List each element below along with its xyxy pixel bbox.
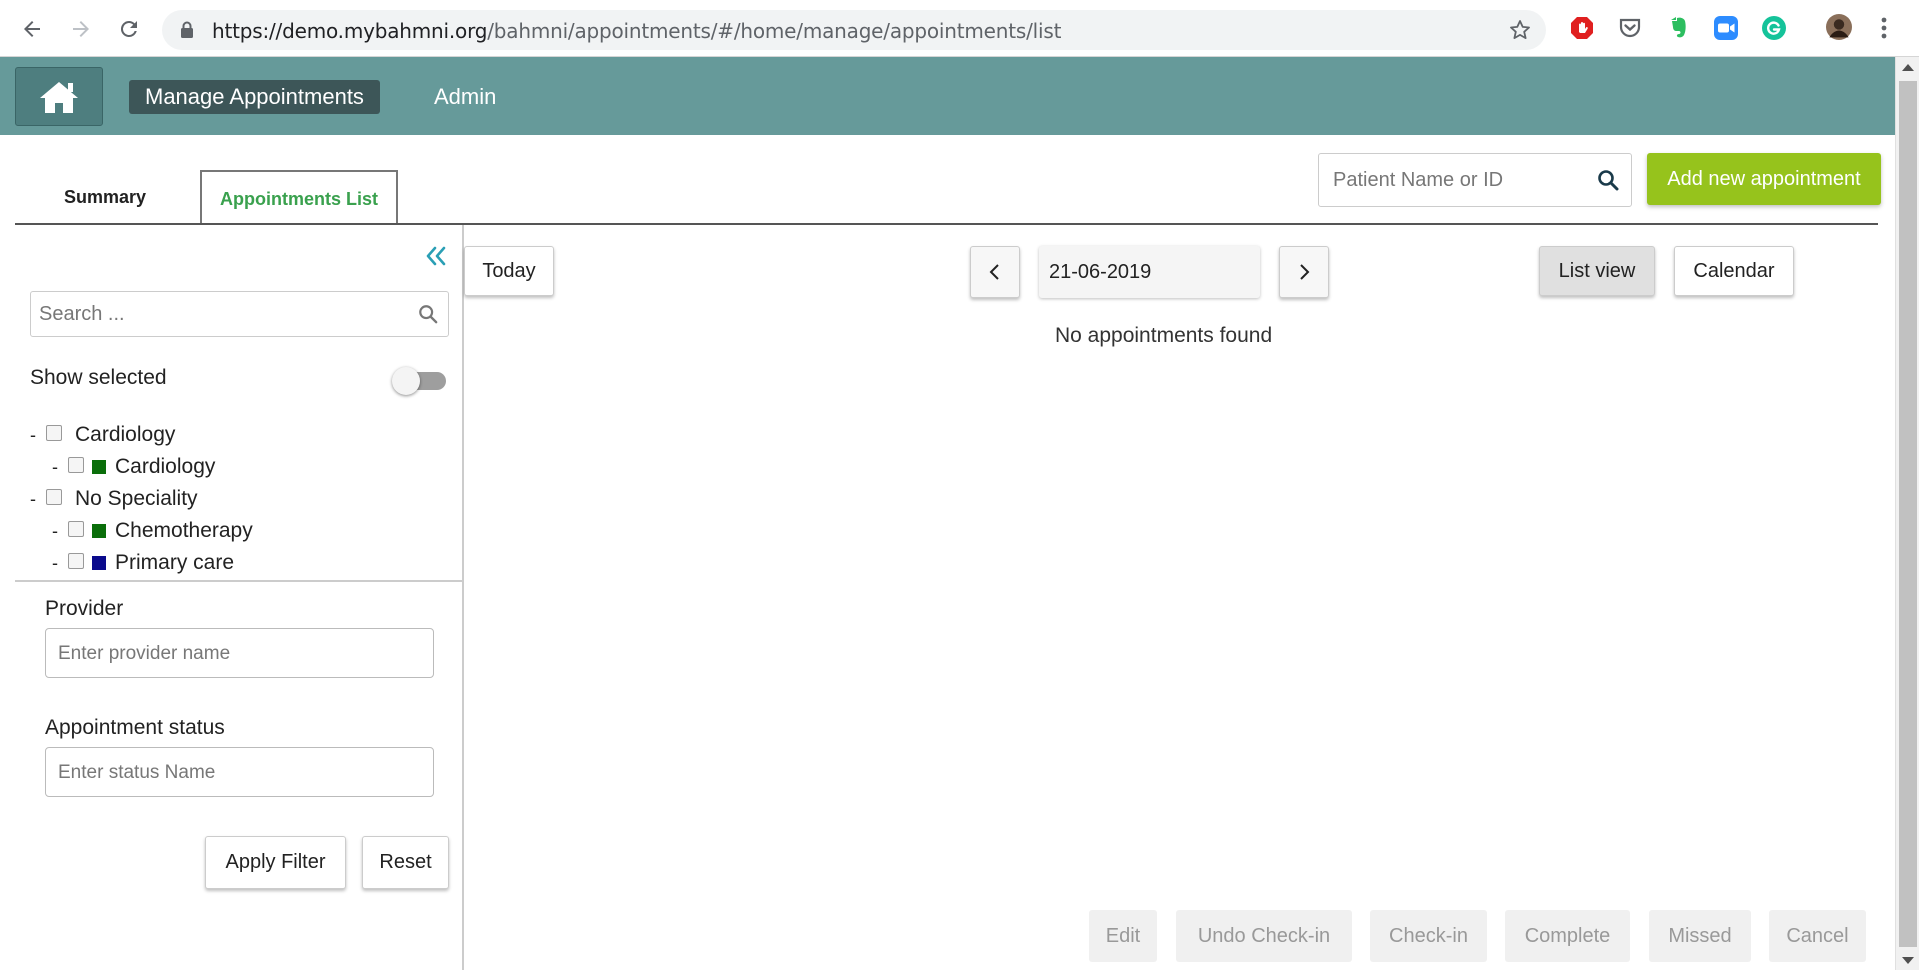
tab-summary[interactable]: Summary bbox=[15, 170, 195, 224]
browser-toolbar: https://demo.mybahmni.org/bahmni/appoint… bbox=[0, 0, 1919, 57]
bookmark-star-icon[interactable] bbox=[1508, 18, 1532, 42]
app-header: Manage Appointments Admin bbox=[0, 57, 1895, 135]
profile-avatar[interactable] bbox=[1824, 12, 1854, 42]
grammarly-icon[interactable] bbox=[1760, 14, 1788, 42]
tree-item-chemotherapy: - Chemotherapy bbox=[52, 516, 253, 546]
tree-group-no-speciality: - No Speciality bbox=[30, 484, 198, 514]
reset-button[interactable]: Reset bbox=[362, 836, 449, 889]
forward-arrow-icon bbox=[73, 21, 89, 37]
tree-dash: - bbox=[30, 488, 36, 509]
home-button[interactable] bbox=[15, 67, 103, 126]
calendar-view-button[interactable]: Calendar bbox=[1674, 246, 1794, 296]
tree-dash: - bbox=[52, 456, 58, 477]
search-icon[interactable] bbox=[1597, 169, 1619, 191]
tree-dash: - bbox=[52, 552, 58, 573]
zoom-icon[interactable] bbox=[1712, 14, 1740, 42]
empty-state-message: No appointments found bbox=[1055, 324, 1273, 347]
pocket-icon[interactable] bbox=[1616, 14, 1644, 42]
evernote-icon[interactable] bbox=[1664, 14, 1692, 42]
appointment-status-label: Appointment status bbox=[45, 716, 225, 739]
search-icon bbox=[419, 305, 438, 324]
chevron-right-icon bbox=[1300, 264, 1310, 280]
date-picker[interactable]: 21-06-2019 bbox=[1039, 246, 1260, 298]
cancel-button[interactable]: Cancel bbox=[1769, 910, 1866, 962]
apply-filter-button[interactable]: Apply Filter bbox=[205, 836, 346, 889]
check-in-button[interactable]: Check-in bbox=[1370, 910, 1487, 962]
ublock-icon[interactable] bbox=[1568, 14, 1596, 42]
tree-item-primary-care: - Primary care bbox=[52, 548, 234, 578]
sidebar-search bbox=[30, 291, 449, 337]
admin-tab[interactable]: Admin bbox=[434, 80, 496, 114]
lock-icon bbox=[181, 21, 193, 38]
forward-button[interactable] bbox=[62, 10, 100, 48]
scroll-down-arrow-icon[interactable] bbox=[1902, 957, 1914, 964]
tree-group-label: Cardiology bbox=[75, 423, 176, 446]
tree-item-label: Chemotherapy bbox=[115, 519, 253, 542]
show-selected-toggle[interactable] bbox=[392, 367, 446, 395]
add-new-appointment-button[interactable]: Add new appointment bbox=[1647, 153, 1881, 205]
next-date-button[interactable] bbox=[1279, 246, 1329, 298]
tree-item-cardiology: - Cardiology bbox=[52, 452, 215, 482]
checkbox[interactable] bbox=[68, 520, 84, 537]
show-selected-label: Show selected bbox=[30, 366, 167, 389]
scroll-up-arrow-icon[interactable] bbox=[1902, 64, 1914, 71]
service-color-swatch bbox=[92, 556, 106, 570]
undo-check-in-button[interactable]: Undo Check-in bbox=[1176, 910, 1352, 962]
manage-appointments-tab[interactable]: Manage Appointments bbox=[129, 80, 380, 114]
tabs-divider bbox=[15, 223, 1878, 225]
previous-date-button[interactable] bbox=[970, 246, 1020, 298]
tab-appointments-list[interactable]: Appointments List bbox=[200, 170, 398, 225]
list-view-button[interactable]: List view bbox=[1539, 246, 1655, 296]
tree-group-label: No Speciality bbox=[75, 487, 198, 510]
service-color-swatch bbox=[92, 524, 106, 538]
url-path: /bahmni/appointments/#/home/manage/appoi… bbox=[487, 19, 1062, 43]
tree-item-label: Primary care bbox=[115, 551, 235, 574]
home-icon bbox=[40, 81, 78, 113]
url-host: https://demo.mybahmni.org bbox=[212, 19, 488, 43]
checkbox[interactable] bbox=[46, 424, 62, 441]
patient-search-input[interactable] bbox=[1333, 166, 1583, 194]
toggle-knob bbox=[392, 367, 420, 395]
collapse-sidebar-icon[interactable] bbox=[424, 245, 448, 267]
chevron-left-icon bbox=[989, 264, 999, 280]
back-arrow-icon bbox=[24, 21, 40, 37]
filter-divider bbox=[15, 580, 462, 582]
provider-input[interactable] bbox=[58, 641, 418, 667]
tree-item-label: Cardiology bbox=[115, 455, 216, 478]
tree-dash: - bbox=[30, 424, 36, 445]
provider-field bbox=[45, 628, 434, 678]
scrollbar-thumb[interactable] bbox=[1899, 81, 1917, 947]
address-bar[interactable]: https://demo.mybahmni.org/bahmni/appoint… bbox=[162, 10, 1546, 50]
patient-search bbox=[1318, 153, 1632, 207]
sidebar-search-input[interactable] bbox=[39, 301, 399, 327]
sidebar-divider bbox=[462, 225, 464, 970]
tree-group-cardiology: - Cardiology bbox=[30, 420, 175, 450]
tree-dash: - bbox=[52, 520, 58, 541]
appointment-status-input[interactable] bbox=[58, 760, 418, 786]
missed-button[interactable]: Missed bbox=[1649, 910, 1751, 962]
vertical-scrollbar[interactable] bbox=[1895, 57, 1919, 970]
today-button[interactable]: Today bbox=[464, 246, 554, 296]
appointment-status-field bbox=[45, 747, 434, 797]
complete-button[interactable]: Complete bbox=[1505, 910, 1630, 962]
checkbox[interactable] bbox=[68, 552, 84, 569]
checkbox[interactable] bbox=[46, 488, 62, 505]
reload-button[interactable] bbox=[110, 10, 148, 48]
provider-label: Provider bbox=[45, 597, 124, 620]
service-color-swatch bbox=[92, 460, 106, 474]
edit-button[interactable]: Edit bbox=[1089, 910, 1157, 962]
reload-icon bbox=[120, 20, 137, 37]
checkbox[interactable] bbox=[68, 456, 84, 473]
browser-menu-icon[interactable] bbox=[1876, 14, 1892, 42]
back-button[interactable] bbox=[13, 10, 51, 48]
